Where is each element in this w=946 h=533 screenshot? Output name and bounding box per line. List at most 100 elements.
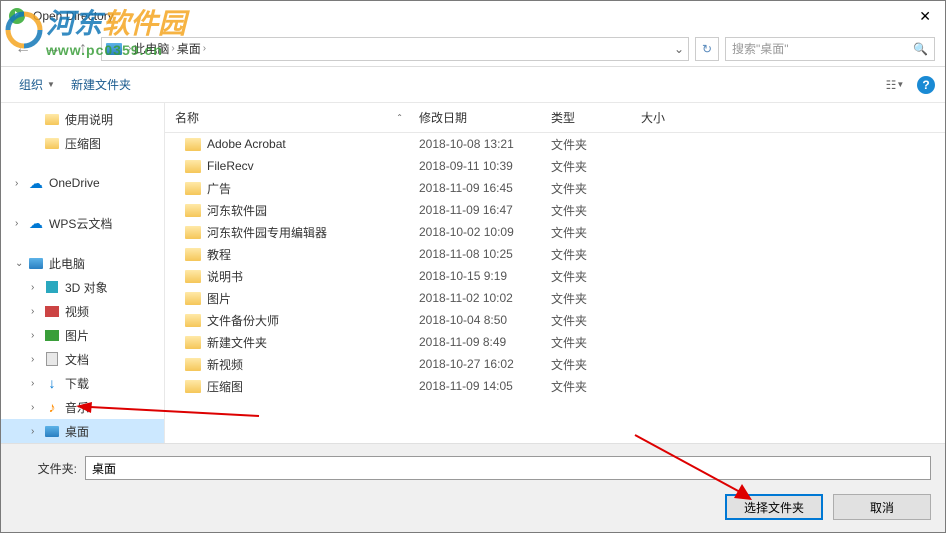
folder-icon <box>185 270 201 283</box>
expander-icon[interactable]: › <box>31 354 43 365</box>
folder-label: 文件夹: <box>15 460 85 477</box>
sidebar-item[interactable]: ›☁WPS云文档 <box>1 211 164 235</box>
sidebar-item[interactable]: ›文档 <box>1 347 164 371</box>
file-date: 2018-10-04 8:50 <box>419 313 551 327</box>
close-icon[interactable]: ✕ <box>913 6 937 27</box>
sidebar-item[interactable]: 使用说明 <box>1 107 164 131</box>
table-row[interactable]: 新建文件夹2018-11-09 8:49文件夹 <box>165 331 945 353</box>
table-row[interactable]: 教程2018-11-08 10:25文件夹 <box>165 243 945 265</box>
sidebar-item[interactable]: 压缩图 <box>1 131 164 155</box>
cloud-icon: ☁ <box>27 175 45 191</box>
folder-icon <box>43 111 61 127</box>
file-name: 河东软件园专用编辑器 <box>207 224 327 241</box>
file-type: 文件夹 <box>551 246 641 263</box>
col-date[interactable]: 修改日期 <box>419 109 551 126</box>
table-row[interactable]: 文件备份大师2018-10-04 8:50文件夹 <box>165 309 945 331</box>
select-folder-button[interactable]: 选择文件夹 <box>725 494 823 520</box>
search-input[interactable]: 搜索"桌面" 🔍 <box>725 37 935 61</box>
sidebar-item[interactable]: ›图片 <box>1 323 164 347</box>
sidebar-item[interactable]: ›♪音乐 <box>1 395 164 419</box>
table-row[interactable]: 河东软件园专用编辑器2018-10-02 10:09文件夹 <box>165 221 945 243</box>
nav-bar: ← → ↑ › 此电脑 › 桌面 › ⌄ ↻ 搜索"桌面" 🔍 <box>1 31 945 67</box>
file-date: 2018-11-09 16:47 <box>419 203 551 217</box>
sidebar-item-label: 此电脑 <box>49 255 85 272</box>
sidebar-item[interactable]: ›☁ OneDrive <box>1 171 164 195</box>
expander-icon[interactable]: › <box>31 426 43 437</box>
file-date: 2018-10-15 9:19 <box>419 269 551 283</box>
desk-icon <box>43 423 61 439</box>
file-date: 2018-11-08 10:25 <box>419 247 551 261</box>
sidebar-item-label: 使用说明 <box>65 111 113 128</box>
table-row[interactable]: 图片2018-11-02 10:02文件夹 <box>165 287 945 309</box>
expander-icon[interactable]: › <box>31 378 43 389</box>
sidebar-item[interactable]: › 视频 <box>1 299 164 323</box>
file-type: 文件夹 <box>551 356 641 373</box>
table-row[interactable]: Adobe Acrobat2018-10-08 13:21文件夹 <box>165 133 945 155</box>
sidebar-item[interactable]: ⌄ 此电脑 <box>1 251 164 275</box>
folder-icon <box>185 248 201 261</box>
sidebar-item-label: 3D 对象 <box>65 279 108 296</box>
table-row[interactable]: FileRecv2018-09-11 10:39文件夹 <box>165 155 945 177</box>
organize-button[interactable]: 组织▼ <box>11 72 63 97</box>
folder-icon <box>185 226 201 239</box>
expander-icon[interactable]: › <box>31 330 43 341</box>
col-size[interactable]: 大小 <box>641 109 721 126</box>
sidebar-item[interactable]: › 3D 对象 <box>1 275 164 299</box>
search-icon[interactable]: 🔍 <box>913 42 928 56</box>
table-row[interactable]: 压缩图2018-11-09 14:05文件夹 <box>165 375 945 397</box>
col-type[interactable]: 类型 <box>551 109 641 126</box>
table-row[interactable]: 河东软件园2018-11-09 16:47文件夹 <box>165 199 945 221</box>
forward-button[interactable]: → <box>41 37 65 61</box>
new-folder-button[interactable]: 新建文件夹 <box>63 72 139 97</box>
sort-indicator-icon: ⌃ <box>396 113 403 122</box>
sidebar-item-label: 视频 <box>65 303 89 320</box>
file-date: 2018-10-08 13:21 <box>419 137 551 151</box>
expander-icon[interactable]: ⌄ <box>15 258 27 269</box>
table-row[interactable]: 广告 2018-11-09 16:45文件夹 <box>165 177 945 199</box>
file-name: 新建文件夹 <box>207 334 267 351</box>
file-name: FileRecv <box>207 159 254 173</box>
folder-icon <box>43 135 61 151</box>
down-icon: ↓ <box>43 375 61 391</box>
expander-icon[interactable]: › <box>15 178 27 189</box>
col-name[interactable]: 名称 ⌃ <box>165 109 419 126</box>
file-type: 文件夹 <box>551 224 641 241</box>
expander-icon[interactable]: › <box>31 402 43 413</box>
sidebar-item-label: OneDrive <box>49 176 100 190</box>
window-title: Open Directory <box>33 9 114 23</box>
breadcrumb-dropdown[interactable]: ⌄ <box>674 42 684 56</box>
pc-icon <box>27 255 45 271</box>
file-type: 文件夹 <box>551 334 641 351</box>
breadcrumb-current[interactable]: 桌面 <box>177 40 201 57</box>
breadcrumb-pc[interactable]: 此电脑 <box>133 40 169 57</box>
folder-icon <box>185 314 201 327</box>
expander-icon[interactable]: › <box>15 218 27 229</box>
folder-input[interactable] <box>85 456 931 480</box>
file-type: 文件夹 <box>551 180 641 197</box>
breadcrumb[interactable]: › 此电脑 › 桌面 › ⌄ <box>101 37 689 61</box>
view-mode-button[interactable]: ☷ ▼ <box>881 74 909 96</box>
column-headers: 名称 ⌃ 修改日期 类型 大小 <box>165 103 945 133</box>
sidebar-item-label: WPS云文档 <box>49 215 112 232</box>
file-date: 2018-11-09 16:45 <box>419 181 551 195</box>
file-date: 2018-11-09 14:05 <box>419 379 551 393</box>
sidebar: 使用说明压缩图›☁OneDrive›☁WPS云文档⌄此电脑›3D 对象›视频›图… <box>1 103 165 443</box>
sidebar-item[interactable]: ›桌面 <box>1 419 164 443</box>
file-date: 2018-09-11 10:39 <box>419 159 551 173</box>
refresh-button[interactable]: ↻ <box>695 37 719 61</box>
expander-icon[interactable]: › <box>31 282 43 293</box>
table-row[interactable]: 说明书2018-10-15 9:19文件夹 <box>165 265 945 287</box>
up-button[interactable]: ↑ <box>71 37 95 61</box>
sidebar-item[interactable]: ›↓下载 <box>1 371 164 395</box>
folder-icon <box>185 292 201 305</box>
file-type: 文件夹 <box>551 268 641 285</box>
table-row[interactable]: 新视频2018-10-27 16:02文件夹 <box>165 353 945 375</box>
file-name: 文件备份大师 <box>207 312 279 329</box>
cancel-button[interactable]: 取消 <box>833 494 931 520</box>
expander-icon[interactable]: › <box>31 306 43 317</box>
file-type: 文件夹 <box>551 290 641 307</box>
file-name: 广告 <box>207 180 231 197</box>
folder-icon <box>185 380 201 393</box>
back-button[interactable]: ← <box>11 37 35 61</box>
help-icon[interactable]: ? <box>917 76 935 94</box>
